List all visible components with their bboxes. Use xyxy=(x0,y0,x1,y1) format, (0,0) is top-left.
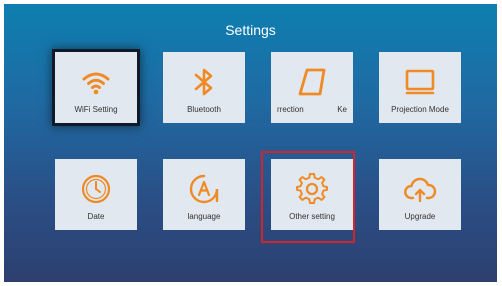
tile-label: language xyxy=(187,212,221,221)
tile-bluetooth[interactable]: Bluetooth xyxy=(163,52,245,123)
tile-date[interactable]: Date xyxy=(55,159,137,230)
tile-label-part: rrection xyxy=(277,105,304,114)
tile-label: rrection Ke xyxy=(277,105,347,114)
tile-label: Upgrade xyxy=(404,212,436,221)
bluetooth-icon xyxy=(187,65,221,99)
selection-highlight xyxy=(261,151,355,243)
tile-language[interactable]: language xyxy=(163,159,245,230)
wifi-icon xyxy=(79,65,113,99)
settings-screen: Settings WiFi Setting Bluetooth rrection… xyxy=(4,4,497,282)
tile-label: Projection Mode xyxy=(391,105,449,114)
tile-wifi-setting[interactable]: WiFi Setting xyxy=(55,52,137,123)
clock-icon xyxy=(79,172,113,206)
tile-label: WiFi Setting xyxy=(74,105,118,114)
cloud-upload-icon xyxy=(403,172,437,206)
keystone-icon xyxy=(295,65,329,99)
tile-label: Bluetooth xyxy=(187,105,221,114)
page-title: Settings xyxy=(225,22,276,38)
screen-icon xyxy=(403,65,437,99)
tile-label-part: Ke xyxy=(337,105,347,114)
language-icon xyxy=(187,172,221,206)
tile-upgrade[interactable]: Upgrade xyxy=(379,159,461,230)
tile-keystone-correction[interactable]: rrection Ke xyxy=(271,52,353,123)
tile-label: Date xyxy=(87,212,105,221)
tile-projection-mode[interactable]: Projection Mode xyxy=(379,52,461,123)
